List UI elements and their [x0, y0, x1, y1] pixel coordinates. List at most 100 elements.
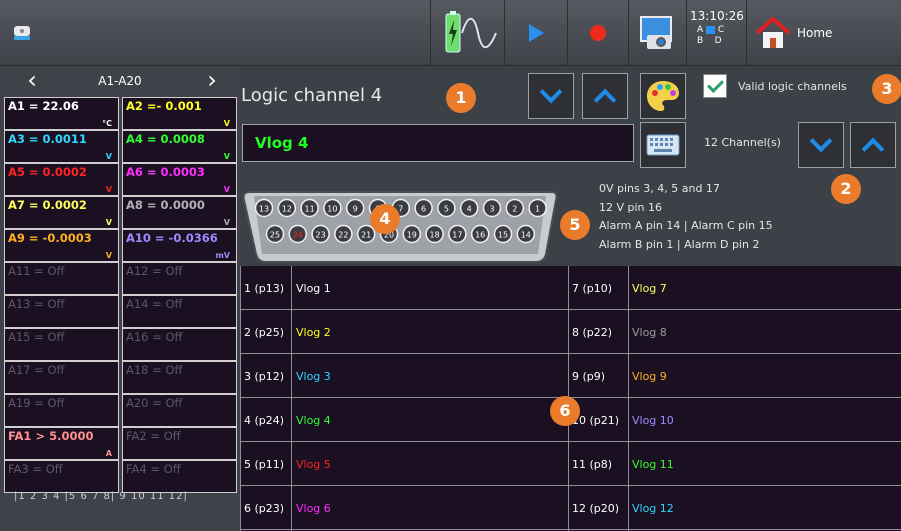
camera-icon[interactable]	[629, 0, 685, 66]
measurement-cell[interactable]: FA2 = Off	[122, 427, 237, 460]
table-row[interactable]: 7 (p10) Vlog 7	[568, 266, 901, 310]
table-row[interactable]: 3 (p12) Vlog 3	[240, 354, 568, 398]
connector-pin-label: 12	[282, 205, 292, 214]
measurement-cell[interactable]: A9 = -0.0003 V	[4, 229, 119, 262]
connector-pin-label: 4	[467, 205, 472, 214]
waveform-icon[interactable]	[432, 0, 504, 66]
connector-pin-label: 16	[475, 231, 485, 240]
measurement-panel: ‹ A1-A20 › A1 = 22.06 °C A2 =- 0.001 V A3 = …	[0, 66, 240, 531]
measurement-cell[interactable]: FA3 = Off	[4, 460, 119, 493]
measurement-cell[interactable]: A18 = Off	[122, 361, 237, 394]
palette-icon	[647, 81, 679, 111]
connector-pin-label: 13	[259, 205, 269, 214]
measurement-value: A8 = 0.0000	[126, 198, 205, 212]
measurement-cell[interactable]: A11 = Off	[4, 262, 119, 295]
measurement-cell[interactable]: A19 = Off	[4, 394, 119, 427]
measurement-cell[interactable]: A12 = Off	[122, 262, 237, 295]
measurement-value: A11 = Off	[8, 264, 65, 278]
measurement-cell[interactable]: A1 = 22.06 °C	[4, 97, 119, 130]
channel-name: Vlog 8	[632, 325, 667, 339]
color-palette-button[interactable]	[640, 73, 686, 119]
measurement-cell[interactable]: A14 = Off	[122, 295, 237, 328]
measurement-cell[interactable]: A6 = 0.0003 V	[122, 163, 237, 196]
channel-name: Vlog 1	[296, 281, 331, 295]
home-button[interactable]: Home	[747, 0, 901, 66]
table-row[interactable]: 8 (p22) Vlog 8	[568, 310, 901, 354]
channel-pin: 7 (p10)	[572, 281, 613, 295]
channel-name: Vlog 3	[296, 369, 331, 383]
table-row[interactable]: 1 (p13) Vlog 1	[240, 266, 568, 310]
channels-down-button[interactable]	[798, 122, 844, 168]
play-icon[interactable]	[505, 0, 567, 66]
table-row[interactable]: 6 (p23) Vlog 6	[240, 486, 568, 530]
measurement-cell[interactable]: A7 = 0.0002 V	[4, 196, 119, 229]
channel-name: Vlog 12	[632, 501, 674, 515]
measurement-cell[interactable]: A15 = Off	[4, 328, 119, 361]
record-icon[interactable]	[568, 0, 628, 66]
measurement-cell[interactable]: A5 = 0.0002 V	[4, 163, 119, 196]
measurement-cell[interactable]: A10 = -0.0366 mV	[122, 229, 237, 262]
measurement-value: A12 = Off	[126, 264, 183, 278]
table-row[interactable]: 11 (p8) Vlog 11	[568, 442, 901, 486]
table-row[interactable]: 9 (p9) Vlog 9	[568, 354, 901, 398]
channel-name: Vlog 7	[632, 281, 667, 295]
next-channel-button[interactable]	[582, 73, 628, 119]
measurement-value: A1 = 22.06	[8, 99, 79, 113]
channel-name: Vlog 10	[632, 413, 674, 427]
prev-channel-button[interactable]	[528, 73, 574, 119]
connector-pin-label: 6	[421, 205, 426, 214]
table-row[interactable]: 5 (p11) Vlog 5	[240, 442, 568, 486]
measurement-unit: V	[105, 152, 112, 161]
measurement-value: A20 = Off	[126, 396, 183, 410]
table-row[interactable]: 12 (p20) Vlog 12	[568, 486, 901, 530]
measurement-value: A2 =- 0.001	[126, 99, 202, 113]
channels-up-button[interactable]	[850, 122, 896, 168]
callout-badge-3: 3	[872, 74, 901, 104]
measurement-cell[interactable]: FA1 > 5.0000 A	[4, 427, 119, 460]
battery-icon	[445, 11, 497, 53]
measurement-cell[interactable]: A2 =- 0.001 V	[122, 97, 237, 130]
channel-name: Vlog 11	[632, 457, 674, 471]
usb-drive-icon[interactable]	[8, 0, 36, 66]
connector-pin-label: 15	[498, 231, 508, 240]
channel-name-field[interactable]: Vlog 4	[242, 124, 634, 162]
measurement-cell[interactable]: A3 = 0.0011 V	[4, 130, 119, 163]
connector-pin-label: 9	[353, 205, 358, 214]
measurement-cell[interactable]: A13 = Off	[4, 295, 119, 328]
measurement-value: A15 = Off	[8, 330, 65, 344]
measurement-unit: A	[105, 449, 112, 458]
valid-channels-checkbox[interactable]	[703, 74, 727, 98]
keyboard-button[interactable]	[640, 122, 686, 168]
info-line: 12 V pin 16	[599, 200, 663, 214]
measurement-value: FA1 > 5.0000	[8, 429, 94, 443]
table-row[interactable]: 2 (p25) Vlog 2	[240, 310, 568, 354]
table-row[interactable]: 4 (p24) Vlog 4	[240, 398, 568, 442]
measurement-cell[interactable]: A17 = Off	[4, 361, 119, 394]
callout-badge-5: 5	[560, 210, 590, 240]
chevron-up-icon	[593, 88, 617, 112]
connector-pin-label: 23	[316, 231, 326, 240]
measurement-cell[interactable]: FA4 = Off	[122, 460, 237, 493]
measurement-cell[interactable]: A4 = 0.0008 V	[122, 130, 237, 163]
chevron-up-icon	[861, 137, 885, 161]
channel-name: Vlog 5	[296, 457, 331, 471]
measurement-cell[interactable]: A20 = Off	[122, 394, 237, 427]
page-selector[interactable]: |1 2 3 4 |5 6 7 8| 9 10 11 12|	[14, 491, 188, 502]
chevron-down-icon	[809, 129, 833, 153]
table-row[interactable]: 10 (p21) Vlog 10	[568, 398, 901, 442]
measurement-value: A10 = -0.0366	[126, 231, 218, 245]
measurement-unit: V	[223, 185, 230, 194]
info-line: 0V pins 3, 4, 5 and 17	[599, 182, 720, 195]
alarm-indicator: A C B D	[697, 25, 725, 46]
callout-badge-1: 1	[446, 83, 476, 113]
measurement-unit: V	[105, 218, 112, 227]
next-range-button[interactable]: ›	[198, 68, 226, 94]
connector-pin-label: 10	[327, 205, 337, 214]
callout-badge-6: 6	[550, 396, 580, 426]
callout-badge-4: 4	[370, 204, 400, 234]
measurement-value: FA2 = Off	[126, 429, 181, 443]
measurement-value: A16 = Off	[126, 330, 183, 344]
measurement-cell[interactable]: A8 = 0.0000 V	[122, 196, 237, 229]
measurement-cell[interactable]: A16 = Off	[122, 328, 237, 361]
measurement-value: A19 = Off	[8, 396, 65, 410]
